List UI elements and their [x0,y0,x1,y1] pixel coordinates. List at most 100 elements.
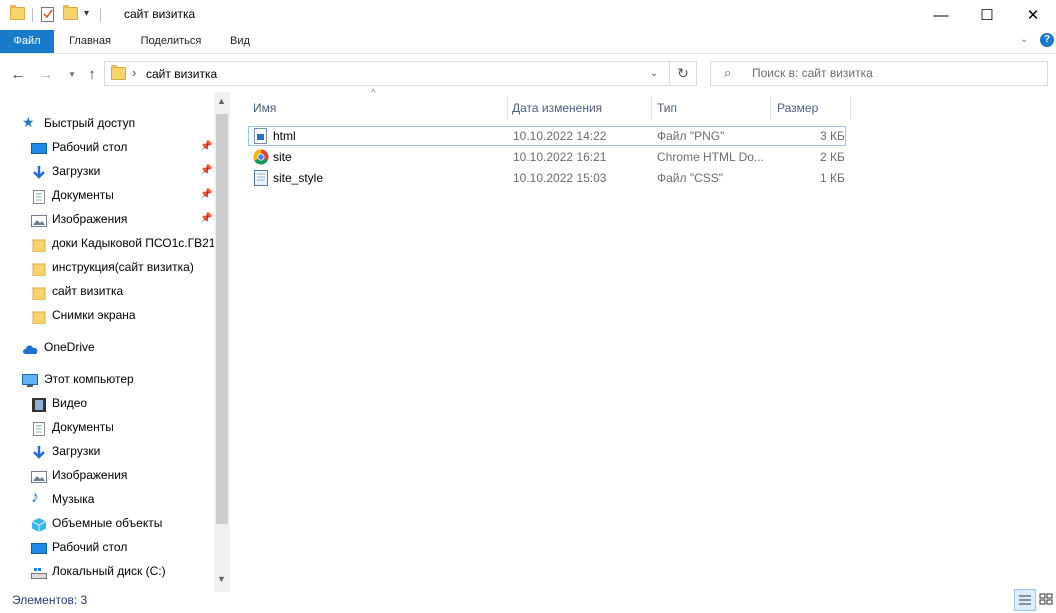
title-bar: ▾ сайт визитка — ☐ ✕ [0,0,1056,30]
column-divider[interactable] [850,96,851,120]
folder-icon [111,65,126,80]
pin-icon: 📌 [200,189,213,200]
pin-icon: 📌 [200,141,213,152]
recent-locations-button[interactable]: ▾ [62,63,82,85]
nav-quick-access[interactable]: ★ Быстрый доступ [0,111,214,135]
status-bar: Элементов: 3 [0,590,1056,613]
nav-item-music[interactable]: ♪ Музыка [0,487,214,511]
column-header-size[interactable]: Размер [777,96,818,120]
star-icon: ★ [22,114,35,130]
nav-label: Объемные объекты [52,516,163,530]
file-row-html[interactable]: html 10.10.2022 14:22 Файл "PNG" 3 КБ [248,126,846,146]
maximize-button[interactable]: ☐ [964,0,1010,30]
address-dropdown-icon[interactable]: ⌄ [641,62,667,85]
nav-label: Быстрый доступ [44,116,136,130]
desktop-icon [31,540,47,554]
nav-item-folder-site[interactable]: сайт визитка [0,279,214,303]
nav-label: Видео [52,396,88,410]
nav-this-pc[interactable]: Этот компьютер [0,367,214,391]
close-button[interactable]: ✕ [1010,0,1056,30]
ribbon-tabs: Файл Главная Поделиться Вид ⌄ ? [0,30,1056,54]
folder-icon [32,308,48,325]
nav-item-folder-screenshots[interactable]: Снимки экрана [0,303,214,327]
nav-item-pc-pictures[interactable]: Изображения [0,463,214,487]
file-type: Chrome HTML Do... [657,150,764,164]
scrollbar-thumb[interactable] [216,114,228,524]
nav-item-3d-objects[interactable]: Объемные объекты [0,511,214,535]
tab-share[interactable]: Поделиться [130,30,212,53]
css-file-icon [253,170,269,192]
file-date: 10.10.2022 14:22 [513,129,607,143]
refresh-button[interactable]: ↻ [669,61,697,86]
documents-icon [31,188,47,204]
video-icon [31,396,47,412]
file-row-site-style[interactable]: site_style 10.10.2022 15:03 Файл "CSS" 1… [248,168,846,188]
back-button[interactable]: ← [8,63,28,85]
nav-item-pictures[interactable]: Изображения 📌 [0,207,214,231]
search-box[interactable]: ⌕ Поиск в: сайт визитка [710,61,1048,86]
file-name: site_style [273,171,324,185]
column-header-date[interactable]: Дата изменения [512,96,602,120]
address-bar[interactable]: › сайт визитка [104,61,670,86]
forward-button[interactable]: → [36,63,56,85]
nav-item-desktop[interactable]: Рабочий стол 📌 [0,135,214,159]
nav-label: Рабочий стол [52,140,128,154]
nav-label: сайт визитка [52,284,124,298]
new-folder-icon[interactable] [63,5,78,20]
nav-label: Снимки экрана [52,308,136,322]
customize-toolbar-icon[interactable]: ▾ [84,8,89,19]
3d-objects-icon [31,516,47,532]
nav-label: Изображения [52,212,128,226]
column-divider[interactable] [770,96,771,120]
nav-item-downloads[interactable]: Загрузки 📌 [0,159,214,183]
breadcrumb-current[interactable]: сайт визитка [146,67,217,81]
downloads-icon [31,444,47,459]
nav-item-drive-c[interactable]: Локальный диск (C:) [0,559,214,583]
up-button[interactable]: ↑ [82,63,102,85]
file-name: html [273,129,296,143]
file-size: 3 КБ [820,129,845,143]
details-view-icon[interactable] [1014,589,1036,611]
nav-item-pc-downloads[interactable]: Загрузки [0,439,214,463]
search-icon: ⌕ [724,65,732,80]
pin-icon: 📌 [200,213,213,224]
ribbon-expand-icon[interactable]: ⌄ [1020,34,1028,45]
separator [32,8,33,22]
computer-icon [22,372,38,387]
tab-home[interactable]: Главная [60,30,120,53]
nav-item-pc-documents[interactable]: Документы [0,415,214,439]
scroll-up-icon[interactable]: ▲ [217,96,226,106]
documents-icon [31,420,47,436]
column-header-name[interactable]: Имя [253,96,276,120]
column-divider[interactable] [651,96,652,120]
file-row-site[interactable]: site 10.10.2022 16:21 Chrome HTML Do... … [248,147,846,167]
properties-icon[interactable] [41,6,55,25]
nav-label: Документы [52,420,114,434]
pictures-icon [31,468,47,483]
sort-ascending-icon: ^ [371,88,376,99]
minimize-button[interactable]: — [918,0,964,30]
nav-label: Этот компьютер [44,372,134,386]
nav-item-video[interactable]: Видео [0,391,214,415]
tab-view[interactable]: Вид [220,30,260,53]
tab-file[interactable]: Файл [0,30,54,53]
nav-onedrive[interactable]: OneDrive [0,335,214,359]
nav-label: доки Кадыковой ПСО1с.ГВ21 [52,236,216,250]
column-divider[interactable] [507,96,508,120]
nav-label: Загрузки [52,164,101,178]
scroll-down-icon[interactable]: ▼ [217,574,226,584]
nav-item-documents[interactable]: Документы 📌 [0,183,214,207]
item-count: Элементов: 3 [12,593,88,607]
column-header-type[interactable]: Тип [657,96,677,120]
desktop-icon [31,140,47,154]
help-icon[interactable]: ? [1040,33,1054,47]
file-name: site [273,150,292,164]
breadcrumb-separator: › [132,65,137,80]
nav-label: Рабочий стол [52,540,128,554]
nav-item-folder-docs[interactable]: доки Кадыковой ПСО1с.ГВ21 [0,231,216,255]
nav-item-folder-instruction[interactable]: инструкция(сайт визитка) [0,255,214,279]
search-input[interactable]: Поиск в: сайт визитка [752,66,873,80]
large-icons-view-icon[interactable] [1036,589,1056,609]
nav-label: Загрузки [52,444,101,458]
nav-item-pc-desktop[interactable]: Рабочий стол [0,535,214,559]
